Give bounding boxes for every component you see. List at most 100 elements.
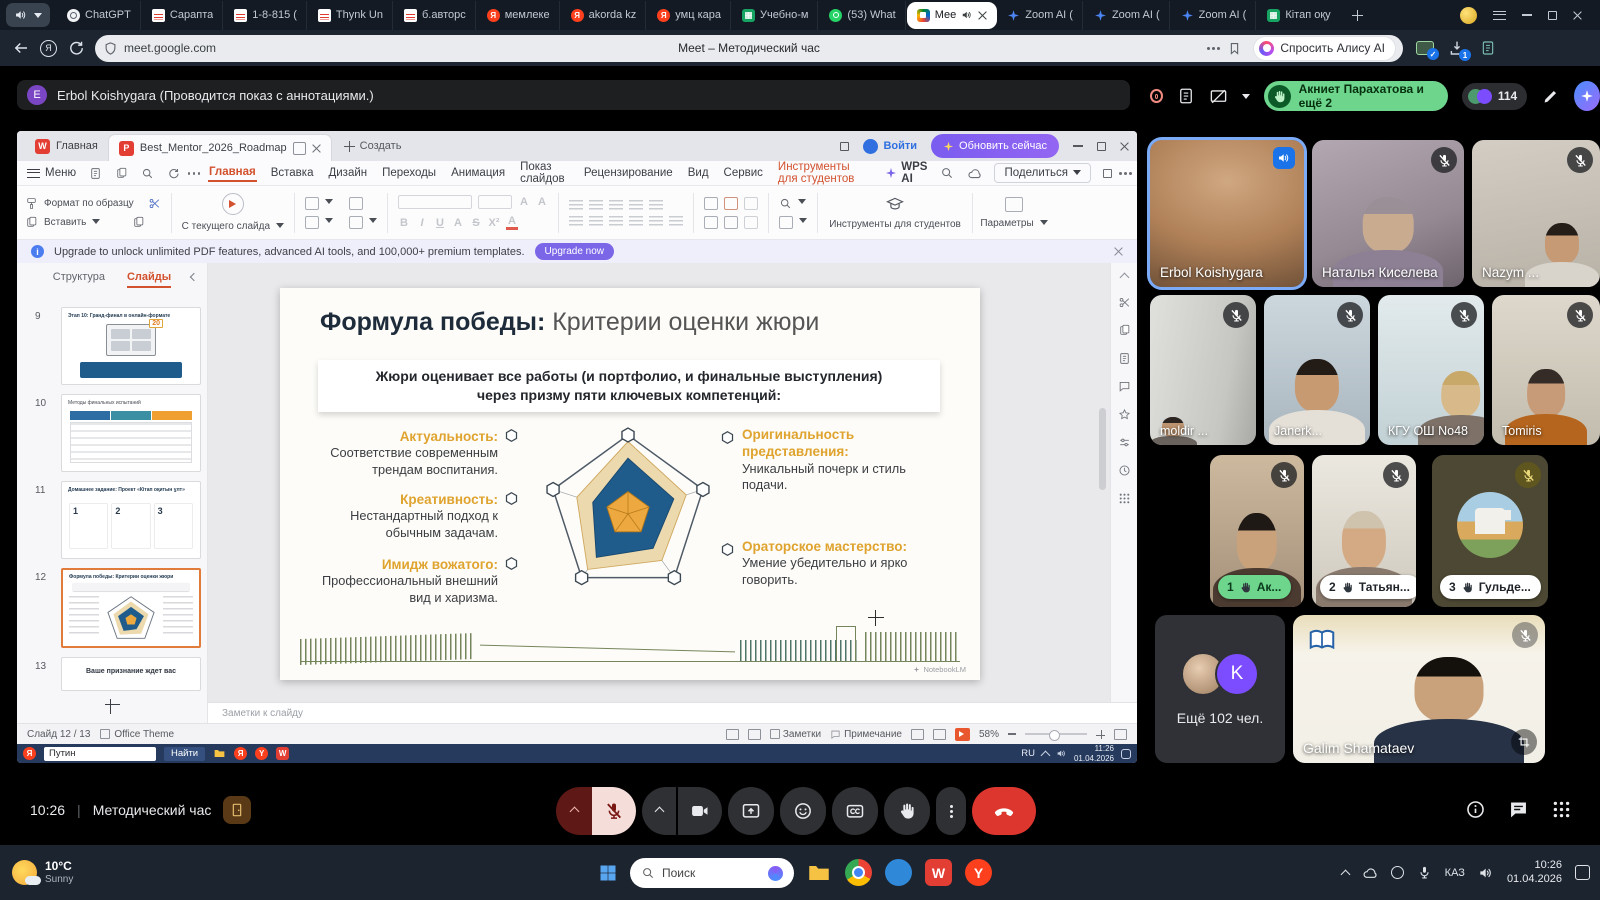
mic-muted-button[interactable] — [592, 787, 636, 835]
wps-close-button[interactable] — [1120, 142, 1129, 151]
participant-tile[interactable]: Janerk... — [1264, 295, 1370, 445]
browser-tab-yandex[interactable]: Яумц кара — [648, 1, 731, 30]
rail-settings-icon[interactable] — [1118, 436, 1131, 449]
panel-tab-outline[interactable]: Структура — [53, 271, 105, 288]
yandex-browser-icon[interactable]: Y — [255, 747, 268, 760]
undo-icon[interactable] — [167, 167, 180, 180]
language-indicator[interactable]: КАЗ — [1445, 867, 1465, 879]
rail-history-icon[interactable] — [1118, 464, 1131, 477]
browser-tab-meet-active[interactable]: Мее — [908, 3, 997, 28]
wps-home-tab[interactable]: WГлавная — [25, 131, 108, 161]
participant-tile[interactable]: Наталья Киселева — [1312, 140, 1464, 287]
yandex-taskbar-icon[interactable]: Y — [965, 859, 992, 886]
zoom-slider[interactable] — [1025, 733, 1087, 735]
transcript-icon[interactable] — [1177, 87, 1195, 105]
browser-tab-whatsapp[interactable]: (53) What — [820, 1, 905, 30]
extension-card-icon[interactable]: ✓ — [1415, 40, 1434, 56]
zoom-in-icon[interactable] — [1096, 730, 1105, 739]
wps-minimize-button[interactable] — [1073, 145, 1083, 147]
participant-tile[interactable]: Nazym ... — [1472, 140, 1600, 287]
participant-tile[interactable]: Galim Shamataev — [1293, 615, 1545, 763]
raised-hands-pill[interactable]: Акниет Парахатова и ещё 2 — [1264, 81, 1448, 111]
browser-tab-yandex[interactable]: Яakorda kz — [562, 1, 647, 30]
yandex-home-icon[interactable]: Я — [40, 40, 57, 57]
ribbon-tab-animation[interactable]: Анимация — [450, 165, 506, 181]
browser-tab-sheet[interactable]: Учебно-м — [733, 1, 818, 30]
canvas-scrollbar[interactable] — [1099, 408, 1106, 490]
view-sorter-icon[interactable] — [933, 729, 946, 740]
crop-icon[interactable] — [1511, 729, 1537, 755]
ribbon-tab-home[interactable]: Главная — [208, 164, 257, 182]
browser-tab-zoomai[interactable]: Zoom AI ( — [998, 1, 1083, 30]
doc-close-icon[interactable] — [312, 144, 321, 153]
camera-options-button[interactable] — [642, 787, 676, 835]
comment-toggle[interactable]: Примечание — [830, 729, 902, 740]
panel-toggle-icon[interactable] — [1103, 169, 1112, 178]
back-icon[interactable] — [12, 39, 30, 57]
notification-center-icon[interactable] — [1575, 865, 1590, 880]
slide-thumbnail-10[interactable]: Методы финальных испытаний — [61, 394, 201, 472]
folder-icon[interactable] — [213, 747, 226, 760]
new-tab-button[interactable] — [1346, 3, 1370, 27]
ribbon-tab-transitions[interactable]: Переходы — [381, 165, 437, 181]
browser-tab-chatgpt[interactable]: ChatGPT — [58, 1, 141, 30]
present-button[interactable] — [728, 787, 774, 835]
weather-widget[interactable]: 10°CSunny — [12, 860, 73, 885]
browser-tab-sheet[interactable]: Кітап оқу — [1258, 1, 1339, 30]
wps-ai-button[interactable]: WPS AI — [885, 161, 927, 185]
meeting-details-icon[interactable] — [1465, 799, 1486, 820]
ribbon-tab-student-tools[interactable]: Инструменты для студентов — [777, 159, 872, 187]
mail-app-icon[interactable] — [885, 859, 912, 886]
share-button[interactable]: Поделиться — [994, 163, 1091, 183]
tray-expand-icon[interactable] — [1340, 869, 1350, 879]
ribbon-search-icon[interactable] — [940, 166, 954, 180]
rail-collapse-icon[interactable] — [1119, 273, 1129, 283]
header-caret-icon[interactable] — [1242, 94, 1250, 103]
tab-close-icon[interactable] — [978, 11, 987, 20]
ribbon-tab-view[interactable]: Вид — [687, 165, 710, 181]
tray-mic-icon[interactable] — [1417, 865, 1432, 880]
more-options-button[interactable] — [936, 787, 966, 835]
panel-tab-slides[interactable]: Слайды — [127, 271, 171, 288]
camera-button[interactable] — [678, 787, 722, 835]
slide-thumbnail-13[interactable]: Ваше признание ждет вас — [61, 657, 201, 691]
address-bar[interactable]: meet.google.com Meet – Методический час … — [95, 35, 1403, 62]
ribbon-tab-slideshow[interactable]: Показ слайдов — [519, 159, 570, 187]
browser-tab-pdf[interactable]: Сарапта — [143, 1, 223, 30]
ribbon-more-icon[interactable] — [1124, 172, 1127, 175]
rail-scissors-icon[interactable] — [1118, 296, 1131, 309]
print-icon[interactable] — [115, 167, 128, 180]
view-normal-icon[interactable] — [911, 729, 924, 740]
reload-icon[interactable] — [67, 39, 85, 57]
textbox-icon[interactable] — [704, 216, 718, 229]
picture-icon[interactable] — [724, 197, 738, 210]
wps-app-icon[interactable]: W — [276, 747, 289, 760]
presenter-language-indicator[interactable]: RU — [1021, 748, 1035, 759]
ribbon-tab-tools[interactable]: Сервис — [723, 165, 764, 181]
browser-tab-pdf[interactable]: Thynk Un — [309, 1, 393, 30]
raise-hand-button[interactable] — [884, 787, 930, 835]
slide-thumbnail-11[interactable]: Домашнее задание: Проект «Кітап оқитын ұ… — [61, 481, 201, 559]
wps-taskbar-icon[interactable]: W — [925, 859, 952, 886]
participant-tile-hand-raised[interactable]: 3Гульде... — [1432, 455, 1548, 607]
paste-button[interactable]: Вставить — [25, 216, 161, 229]
mic-options-button[interactable] — [556, 787, 592, 835]
panel-collapse-icon[interactable] — [190, 273, 198, 281]
participant-tile[interactable]: КГУ ОШ No48 — [1378, 295, 1484, 445]
more-tools-icon[interactable] — [193, 172, 195, 175]
wps-layout-icon[interactable] — [840, 142, 849, 151]
wps-update-button[interactable]: Обновить сейчас — [931, 134, 1059, 158]
browser-tab-zoomai[interactable]: Zoom AI ( — [1085, 1, 1170, 30]
presenter-search-input[interactable]: Путин — [44, 747, 156, 761]
taskbar-clock[interactable]: 10:2601.04.2026 — [1507, 859, 1562, 887]
cut-icon[interactable] — [148, 197, 161, 210]
window-minimize-button[interactable] — [1522, 14, 1532, 16]
meeting-room-icon[interactable] — [223, 796, 251, 824]
more-participants-tile[interactable]: K Ещё 102 чел. — [1155, 615, 1285, 763]
participant-tile[interactable]: moldir ... — [1150, 295, 1256, 445]
ribbon-tab-design[interactable]: Дизайн — [327, 165, 368, 181]
rail-grid-icon[interactable] — [1118, 492, 1131, 505]
grid-toggle-icon[interactable] — [726, 729, 739, 740]
tab-audio-button[interactable] — [6, 3, 50, 27]
shape-icon[interactable] — [704, 197, 718, 210]
